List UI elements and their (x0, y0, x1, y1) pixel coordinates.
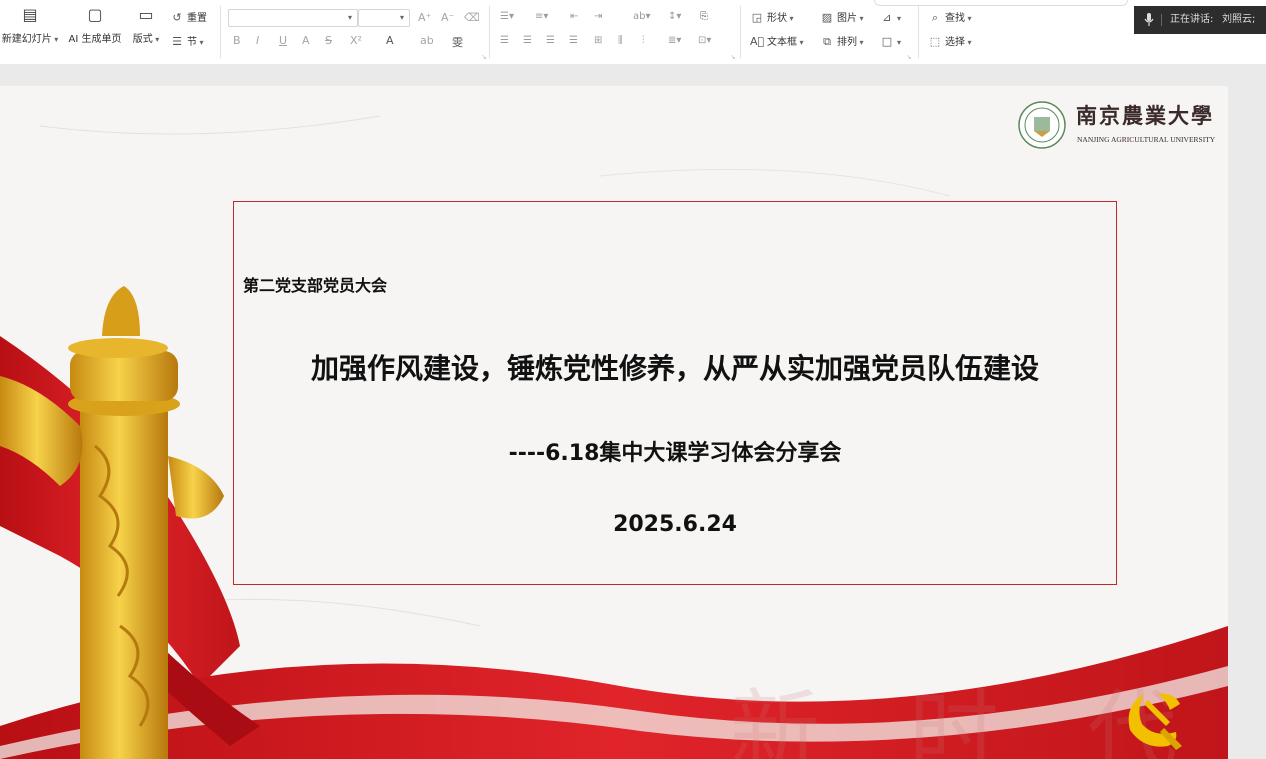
university-name-en: NANJING AGRICULTURAL UNIVERSITY (1077, 135, 1216, 144)
para-spacing-icon[interactable]: ⫶ (642, 35, 645, 46)
speaking-label: 正在讲话: (1170, 14, 1214, 25)
underline-button[interactable]: U (279, 34, 287, 47)
bold-button[interactable]: B (233, 34, 241, 47)
picture-button[interactable]: ▨ 图片 ▾ (820, 9, 864, 27)
search-icon: ⌕ (931, 11, 939, 24)
shrink-font-icon[interactable]: A⁻ (441, 11, 454, 24)
layout-icon: ▭ (138, 5, 154, 24)
slide-subtitle[interactable]: ----6.18集中大课学习体会分享会 (233, 435, 1117, 467)
font-size-select[interactable]: ▾ (358, 9, 410, 27)
text-direction-icon[interactable]: ab▾ (633, 11, 651, 22)
superscript-button[interactable]: X² (350, 34, 362, 47)
para-settings-icon[interactable]: ≣▾ (668, 35, 681, 46)
picture-icon: ▨ (821, 11, 833, 24)
distribute-icon[interactable]: ⊞ (594, 35, 602, 46)
convert-smartart-icon[interactable]: ⎘ (700, 11, 708, 22)
right-panel-gutter (1228, 64, 1266, 759)
ai-page-button[interactable]: ▢ AI 生成单页 (66, 5, 124, 46)
bullet-list-icon[interactable]: ☰▾ (500, 11, 514, 22)
highlight-button[interactable]: ab (420, 34, 434, 47)
shape-button[interactable]: ◲ 形状 ▾ (750, 9, 794, 27)
line-spacing-icon[interactable]: ↕▾ (668, 11, 681, 22)
font-family-select[interactable]: ▾ (228, 9, 358, 27)
text-box-align-icon[interactable]: ⊡▾ (698, 35, 711, 46)
italic-button[interactable]: I (256, 34, 259, 47)
column-icon[interactable]: ⫼ (618, 35, 623, 46)
university-seal-icon (1018, 101, 1066, 149)
university-name-cn: 南京農業大學 (1076, 103, 1214, 128)
microphone-icon (1144, 6, 1154, 39)
slide-date[interactable]: 2025.6.24 (233, 512, 1117, 537)
slide-title[interactable]: 加强作风建设，锤炼党性修养，从严从实加强党员队伍建设 (233, 347, 1117, 387)
align-left-icon[interactable]: ☰ (500, 35, 509, 46)
arrange-button[interactable]: ⧉ 排列 ▾ (820, 33, 864, 51)
reset-icon: ↺ (172, 11, 182, 24)
textbox-icon: A⃞ (750, 35, 765, 48)
justify-icon[interactable]: ☰ (569, 35, 578, 46)
fill-button[interactable]: ⊿ ▾ (880, 9, 901, 27)
font-color-button[interactable]: A (386, 34, 394, 47)
shadow-button[interactable]: S (325, 34, 332, 47)
party-emblem-icon (1128, 693, 1182, 750)
strike-button[interactable]: A (302, 34, 310, 47)
layout-button[interactable]: ▭ 版式 ▾ (130, 5, 162, 46)
find-button[interactable]: ⌕ 查找 ▾ (928, 9, 972, 27)
textbox-button[interactable]: A⃞ 文本框 ▾ (750, 33, 804, 51)
align-right-icon[interactable]: ☰ (546, 35, 555, 46)
grow-font-icon[interactable]: A⁺ (418, 11, 431, 24)
slide[interactable]: 新 时 代 南京農業大學 NANJING AGRICULTURAL UNIVER… (0, 86, 1228, 759)
outline-icon: □ (881, 35, 893, 48)
select-icon: ⬚ (929, 35, 941, 48)
ai-page-icon: ▢ (87, 5, 103, 24)
ribbon-toolbar: ▤ 新建幻灯片 ▾ ▢ AI 生成单页 ▭ 版式 ▾ ↺ 重置 ☰ 节 ▾ ▾ ▾ … (0, 0, 1266, 65)
notification-popup (874, 0, 1128, 6)
section-button[interactable]: ☰ 节 ▾ (170, 33, 204, 51)
fill-icon: ⊿ (882, 11, 892, 24)
select-button[interactable]: ⬚ 选择 ▾ (928, 33, 972, 51)
meeting-label[interactable]: 第二党支部党员大会 (243, 272, 387, 296)
outline-button[interactable]: □ ▾ (880, 33, 901, 51)
numbered-list-icon[interactable]: ≡▾ (535, 11, 548, 22)
new-slide-icon: ▤ (22, 5, 38, 24)
decrease-indent-icon[interactable]: ⇤ (570, 11, 578, 22)
phonetic-button[interactable]: 雯 (452, 34, 463, 50)
section-icon: ☰ (172, 35, 182, 48)
shape-icon: ◲ (751, 11, 763, 24)
speaking-indicator: 正在讲话: 刘照云; (1134, 6, 1266, 34)
reset-button[interactable]: ↺ 重置 (170, 9, 207, 27)
new-slide-button[interactable]: ▤ 新建幻灯片 ▾ (0, 5, 60, 46)
clear-format-icon[interactable]: ⌫ (464, 11, 480, 24)
increase-indent-icon[interactable]: ⇥ (594, 11, 602, 22)
arrange-icon: ⧉ (823, 35, 831, 48)
align-center-icon[interactable]: ☰ (523, 35, 532, 46)
speaker-name: 刘照云; (1222, 14, 1256, 25)
